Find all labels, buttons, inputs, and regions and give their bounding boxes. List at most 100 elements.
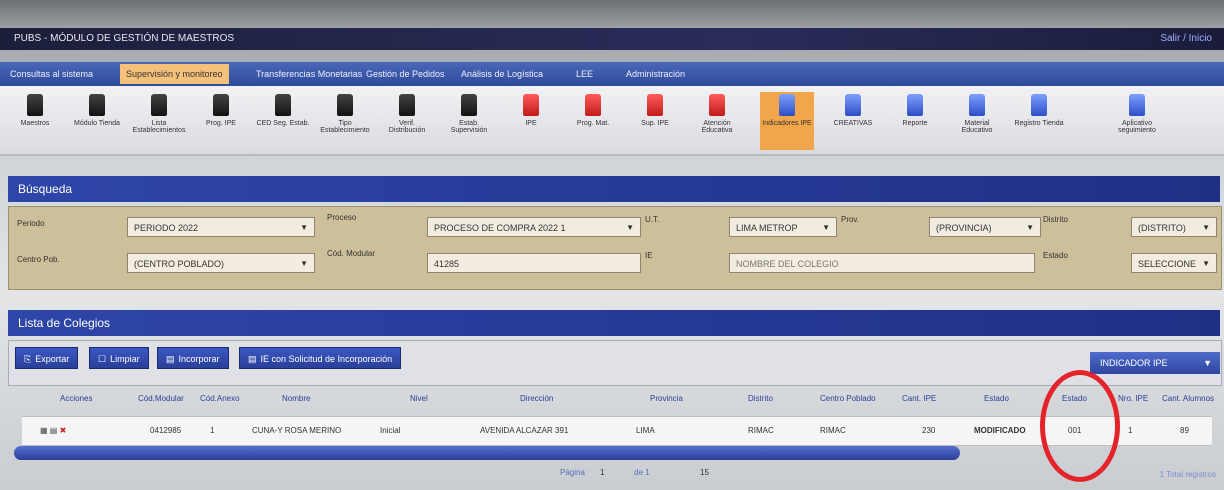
col-nombre: Nombre	[282, 394, 311, 403]
pager-of: de 1	[634, 468, 650, 477]
toolbar-button-ced[interactable]: CED Seg. Estab.	[256, 92, 310, 150]
col-direccion: Dirección	[520, 394, 554, 403]
codigo-modular-input[interactable]: 41285	[427, 253, 641, 273]
toolbar-button-material[interactable]: Material Educativo	[950, 92, 1004, 150]
table-row[interactable]	[22, 416, 1212, 446]
col-nivel: Nivel	[410, 394, 428, 403]
chevron-down-icon: ▼	[822, 223, 830, 232]
col-estado: Estado	[984, 394, 1009, 403]
tab-gestion-pedidos[interactable]: Gestión de Pedidos	[360, 66, 451, 82]
module-icon	[399, 94, 415, 116]
module-icon	[969, 94, 985, 116]
centro-poblado-select[interactable]: (CENTRO POBLADO) ▼	[127, 253, 315, 273]
app-titlebar: PUBS - MÓDULO DE GESTIÓN DE MAESTROS Sal…	[0, 28, 1224, 50]
periodo-select[interactable]: PERIODO 2022 ▼	[127, 217, 315, 237]
col-cant-ipe: Cant. IPE	[902, 394, 937, 403]
module-icon	[585, 94, 601, 116]
proceso-select[interactable]: PROCESO DE COMPRA 2022 1 ▼	[427, 217, 641, 237]
toolbar-button-ipe[interactable]: IPE	[504, 92, 558, 150]
module-icon	[151, 94, 167, 116]
tab-administracion[interactable]: Administración	[620, 66, 691, 82]
clear-icon: ☐	[98, 354, 107, 364]
col-cod-modular: Cód.Modular	[138, 394, 184, 403]
main-tabs: Consultas al sistema Supervisión y monit…	[0, 62, 1224, 86]
codigo-modular-label: Cód. Modular	[327, 249, 376, 258]
module-toolbar: Maestros Módulo Tienda Lista Establecimi…	[0, 86, 1224, 156]
cell-distrito: RIMAC	[748, 426, 774, 435]
delete-icon[interactable]: ✖	[60, 426, 67, 435]
ut-label: U.T.	[645, 215, 660, 224]
row-actions: ▦ ▤ ✖	[40, 426, 66, 435]
indicador-dropdown[interactable]: INDICADOR IPE ▼	[1090, 352, 1220, 374]
cell-cant: 230	[922, 426, 936, 435]
cell-cod-anexo: 1	[210, 426, 215, 435]
toolbar-button-reporte[interactable]: Reporte	[888, 92, 942, 150]
col-distrito: Distrito	[748, 394, 773, 403]
toolbar-button-sup-ipe[interactable]: Sup. IPE	[628, 92, 682, 150]
toolbar-button-establecimientos[interactable]: Lista Establecimientos	[132, 92, 186, 150]
centro-poblado-label: Centro Pob.	[17, 255, 60, 264]
estado-label: Estado	[1043, 251, 1068, 260]
lista-toolbar: ⎘ Exportar ☐ Limpiar ▤ Incorporar ▤ IE con S…	[8, 340, 1222, 386]
ut-select[interactable]: LIMA METROP ▼	[729, 217, 837, 237]
cell-provincia: LIMA	[636, 426, 655, 435]
edit-icon[interactable]: ▦	[40, 426, 48, 435]
toolbar-button-tipo[interactable]: Tipo Establecimiento	[318, 92, 372, 150]
chevron-down-icon: ▼	[1026, 223, 1034, 232]
module-icon	[461, 94, 477, 116]
incorporate-button[interactable]: ▤ Incorporar	[157, 347, 229, 369]
document-icon[interactable]: ▤	[50, 426, 58, 435]
proceso-label: Proceso	[327, 213, 357, 222]
tab-consultas[interactable]: Consultas al sistema	[4, 66, 99, 82]
tab-analisis[interactable]: Análisis de Logística	[455, 66, 549, 82]
cell-cod-modular: 0412985	[150, 426, 182, 435]
chevron-down-icon: ▼	[300, 259, 308, 268]
col-provincia: Provincia	[650, 394, 683, 403]
horizontal-scrollbar[interactable]	[14, 446, 960, 460]
toolbar-button-tienda[interactable]: Módulo Tienda	[70, 92, 124, 150]
cell-centro-poblado: RIMAC	[820, 426, 846, 435]
module-icon	[275, 94, 291, 116]
col-centro-poblado: Centro Poblado	[820, 394, 876, 403]
module-icon	[27, 94, 43, 116]
distrito-label: Distrito	[1043, 215, 1068, 224]
nombre-colegio-input[interactable]: NOMBRE DEL COLEGIO	[729, 253, 1035, 273]
document-icon: ▤	[248, 354, 257, 364]
tab-supervision[interactable]: Supervisión y monitoreo	[120, 64, 229, 84]
provincia-select[interactable]: (PROVINCIA) ▼	[929, 217, 1041, 237]
toolbar-button-atencion[interactable]: Atención Educativa	[690, 92, 744, 150]
module-icon	[709, 94, 725, 116]
distrito-select[interactable]: (DISTRITO) ▼	[1131, 217, 1217, 237]
toolbar-button-supervision[interactable]: Estab. Supervisión	[442, 92, 496, 150]
col-nro-ipe: Nro. IPE	[1118, 394, 1149, 403]
module-icon	[1129, 94, 1145, 116]
col-cod-anexo: Cód.Anexo	[200, 394, 240, 403]
tab-transferencias[interactable]: Transferencias Monetarias	[250, 66, 368, 82]
logout-link[interactable]: Salir / Inicio	[1160, 28, 1212, 50]
toolbar-button-prog-mat[interactable]: Prog. Mat.	[566, 92, 620, 150]
cell-nombre: CUNA-Y ROSA MERINO	[252, 426, 342, 435]
tab-lee[interactable]: LEE	[570, 66, 599, 82]
toolbar-button-creativas[interactable]: CREATIVAS	[826, 92, 880, 150]
toolbar-button-aplicativo[interactable]: Aplicativo seguimiento	[1110, 92, 1164, 150]
estado-select[interactable]: SELECCIONE ▼	[1131, 253, 1217, 273]
toolbar-button-prog-ipe[interactable]: Prog. IPE	[194, 92, 248, 150]
ie-solicitud-button[interactable]: ▤ IE con Solicitud de Incorporación	[239, 347, 402, 369]
module-icon	[779, 94, 795, 116]
pager-per-page[interactable]: 15	[700, 468, 709, 477]
toolbar-button-maestros[interactable]: Maestros	[8, 92, 62, 150]
chevron-down-icon: ▼	[1202, 259, 1210, 268]
module-icon	[647, 94, 663, 116]
export-button[interactable]: ⎘ Exportar	[15, 347, 79, 369]
busqueda-title: Búsqueda	[18, 182, 73, 196]
toolbar-button-indicadores[interactable]: Indicadores IPE	[760, 92, 814, 150]
toolbar-button-verificacion[interactable]: Verif. Distribución	[380, 92, 434, 150]
export-icon: ⎘	[24, 354, 32, 364]
highlight-circle-annotation	[1040, 370, 1120, 482]
clear-button[interactable]: ☐ Limpiar	[89, 347, 149, 369]
toolbar-button-registro[interactable]: Registro Tienda	[1012, 92, 1066, 150]
module-icon	[1031, 94, 1047, 116]
pager-page[interactable]: 1	[600, 468, 604, 477]
cell-nro: 1	[1128, 426, 1133, 435]
chevron-down-icon: ▼	[300, 223, 308, 232]
